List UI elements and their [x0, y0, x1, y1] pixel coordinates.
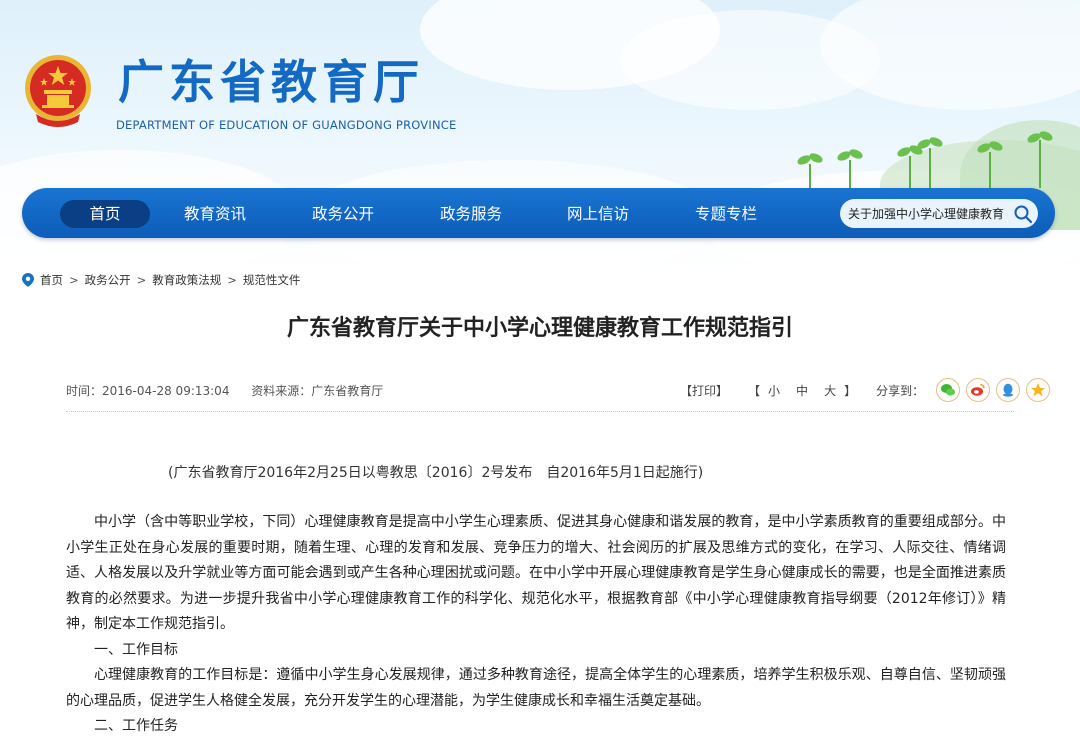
- breadcrumb-home[interactable]: 首页: [40, 272, 63, 288]
- cloud-decoration: [820, 0, 1080, 110]
- breadcrumb-separator: >: [227, 273, 237, 287]
- body-paragraph: 心理健康教育的工作目标是：遵循中小学生身心发展规律，通过多种教育途径，提高全体学…: [66, 667, 1006, 709]
- nav-home[interactable]: 首页: [60, 200, 150, 228]
- breadcrumb-separator: >: [136, 273, 147, 287]
- sprouts-decoration: [797, 131, 1053, 188]
- national-emblem-icon: [25, 55, 91, 127]
- font-size-medium-button[interactable]: 中: [796, 382, 808, 399]
- breadcrumb: 首页 > 政务公开 > 教育政策法规 > 规范性文件: [22, 272, 300, 288]
- bracket-close: 】: [844, 383, 857, 398]
- print-button[interactable]: 【打印】: [680, 382, 728, 399]
- article-tools: 【打印】 【 小 中 大 】 分享到：: [680, 378, 1051, 402]
- breadcrumb-normative-documents[interactable]: 规范性文件: [243, 272, 301, 288]
- nav-education-news[interactable]: 教育资讯: [175, 200, 255, 228]
- section-heading: 一、工作目标: [94, 641, 178, 658]
- nav-special-topics[interactable]: 专题专栏: [686, 200, 766, 228]
- section-heading: 二、工作任务: [94, 718, 178, 734]
- search-box: [840, 199, 1038, 228]
- breadcrumb-education-policy[interactable]: 教育政策法规: [152, 272, 221, 288]
- nav-government-services[interactable]: 政务服务: [431, 200, 511, 228]
- font-size-large-button[interactable]: 大: [824, 382, 836, 399]
- font-size-selector: 【 小 中 大 】: [748, 382, 856, 399]
- publish-time: 时间：2016-04-28 09:13:04: [66, 384, 230, 398]
- font-size-small-button[interactable]: 小: [768, 382, 780, 399]
- article-title: 广东省教育厅关于中小学心理健康教育工作规范指引: [286, 316, 793, 341]
- wechat-icon[interactable]: [936, 378, 961, 402]
- meta-divider: [66, 411, 1014, 412]
- body-paragraph: 中小学（含中等职业学校，下同）心理健康教育是提高中小学生心理素质、促进其身心健康…: [66, 514, 1006, 632]
- site-title: 广东省教育厅: [118, 55, 424, 109]
- weibo-icon[interactable]: [966, 378, 991, 402]
- bracket-open: 【: [748, 383, 761, 398]
- site-subtitle: DEPARTMENT OF EDUCATION OF GUANGDONG PRO…: [116, 118, 457, 132]
- article-meta: 时间：2016-04-28 09:13:04 资料来源：广东省教育厅: [66, 382, 401, 399]
- article-body: 中小学（含中等职业学校，下同）心理健康教育是提高中小学生心理素质、促进其身心健康…: [66, 510, 1006, 740]
- breadcrumb-separator: >: [69, 273, 79, 287]
- location-pin-icon: [22, 273, 34, 287]
- nav-online-petition[interactable]: 网上信访: [558, 200, 638, 228]
- nav-government-affairs[interactable]: 政务公开: [303, 200, 383, 228]
- search-input[interactable]: [848, 199, 1012, 228]
- main-nav: 首页 教育资讯 政务公开 政务服务 网上信访 专题专栏: [22, 188, 1055, 238]
- share-label: 分享到：: [876, 383, 925, 398]
- search-icon[interactable]: [1012, 203, 1034, 225]
- article-source: 资料来源：广东省教育厅: [251, 384, 384, 398]
- breadcrumb-government-affairs[interactable]: 政务公开: [85, 272, 131, 288]
- qzone-star-icon[interactable]: [1026, 378, 1051, 402]
- publish-note: (广东省教育厅2016年2月25日以粤教思〔2016〕2号发布 自2016年5月…: [168, 465, 704, 481]
- qq-icon[interactable]: [996, 378, 1021, 402]
